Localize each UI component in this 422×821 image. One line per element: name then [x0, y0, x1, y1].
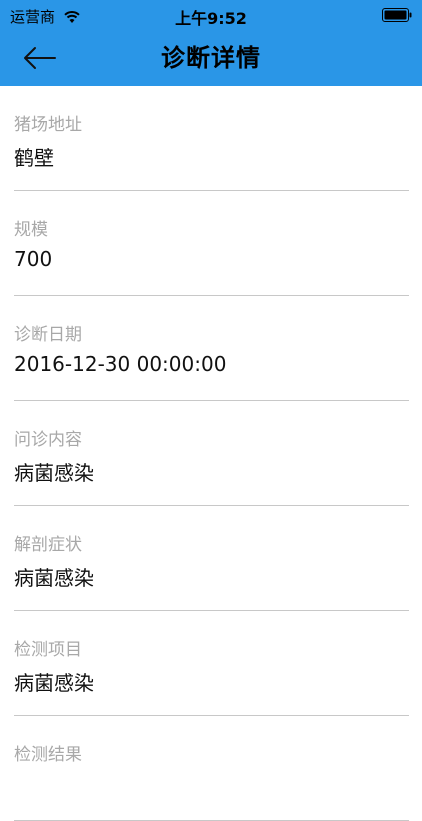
nav-bar: 诊断详情: [0, 30, 422, 86]
field-label: 问诊内容: [14, 430, 82, 450]
detail-list: 猪场地址 鹤壁 规模 700 诊断日期 2016-12-30 00:00:00 …: [0, 86, 422, 821]
field-test-items: 检测项目 病菌感染: [14, 611, 409, 716]
field-value: 病菌感染: [14, 566, 94, 590]
battery-icon: [382, 8, 412, 22]
field-diagnosis-date: 诊断日期 2016-12-30 00:00:00: [14, 296, 409, 401]
field-label: 猪场地址: [14, 115, 82, 135]
field-label: 检测结果: [14, 745, 82, 765]
field-value: 病菌感染: [14, 461, 94, 485]
status-time: 上午9:52: [175, 9, 247, 28]
field-label: 检测项目: [14, 640, 82, 660]
field-value: 700: [14, 247, 53, 271]
status-bar: 运营商 上午9:52: [0, 0, 422, 30]
field-value: 2016-12-30 00:00:00: [14, 352, 227, 376]
field-scale: 规模 700: [14, 191, 409, 296]
field-label: 规模: [14, 220, 48, 240]
field-label: 诊断日期: [14, 325, 82, 345]
field-consultation: 问诊内容 病菌感染: [14, 401, 409, 506]
page-title: 诊断详情: [161, 44, 261, 72]
field-autopsy-symptoms: 解剖症状 病菌感染: [14, 506, 409, 611]
field-value: 鹤壁: [14, 146, 54, 170]
header: 运营商 上午9:52 诊断详情: [0, 0, 422, 86]
field-test-result: 检测结果: [14, 716, 409, 821]
field-farm-address: 猪场地址 鹤壁: [14, 86, 409, 191]
field-label: 解剖症状: [14, 535, 82, 555]
field-value: 病菌感染: [14, 671, 94, 695]
